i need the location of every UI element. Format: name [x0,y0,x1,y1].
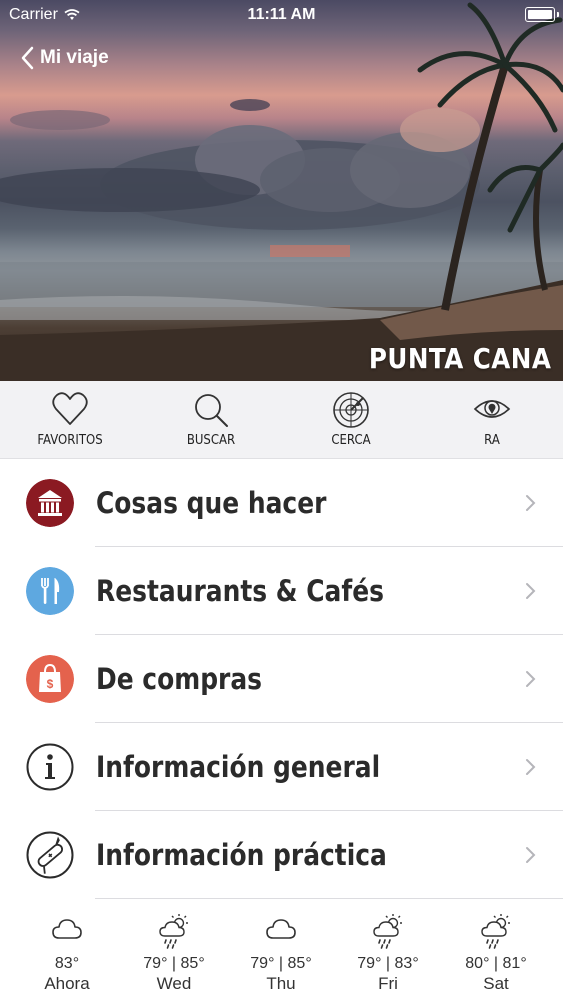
weather-forecast: 83° Ahora 79° | 85° Wed 79° | 85° Thu 79… [0,900,563,1000]
forecast-day: 79° | 85° Thu [227,900,335,1000]
sun-rain-icon [481,914,510,949]
cloud-icon [266,919,296,939]
search-button[interactable]: BUSCAR [141,381,281,458]
battery-icon [525,7,559,22]
menu-item-things-to-do[interactable]: Cosas que hacer [0,459,563,547]
menu-label-general-info: Información general [96,750,381,784]
nearby-label: CERCA [331,433,371,448]
menu-label-restaurants: Restaurants & Cafés [96,574,384,608]
chevron-left-icon [21,46,34,70]
cloud-icon [52,919,82,939]
svg-text:$: $ [47,677,54,691]
back-label: Mi viaje [40,47,109,68]
chevron-right-icon [526,495,536,511]
search-label: BUSCAR [186,433,236,448]
chevron-right-icon [526,847,536,863]
menu-item-general-info[interactable]: Información general [0,723,563,811]
radar-icon [333,392,369,428]
chevron-right-icon [526,759,536,775]
favorites-button[interactable]: FAVORITOS [0,381,140,458]
toolbar: FAVORITOS BUSCAR CERCA RA [0,381,563,459]
ar-button[interactable]: RA [422,381,562,458]
hero-image: Carrier 11:11 AM Mi viaje PUNTA CANA [0,0,563,381]
forecast-day: 83° Ahora [13,900,121,1000]
menu-item-shopping[interactable]: $ De compras [0,635,563,723]
sun-rain-icon [159,914,188,949]
fork-knife-icon [26,567,74,615]
menu-label-practical-info: Información práctica [96,838,387,872]
chevron-right-icon [526,583,536,599]
eye-location-icon [473,400,511,418]
ar-label: RA [484,433,500,448]
menu-item-restaurants[interactable]: Restaurants & Cafés [0,547,563,635]
menu-item-practical-info[interactable]: Información práctica [0,811,563,899]
sun-rain-icon [373,914,402,949]
favorites-label: FAVORITOS [37,433,103,448]
chevron-right-icon [526,671,536,687]
menu-label-things-to-do: Cosas que hacer [96,486,327,520]
forecast-day: 79° | 85° Wed [120,900,228,1000]
back-button[interactable]: Mi viaje [20,46,109,70]
heart-icon [52,392,88,425]
status-time: 11:11 AM [247,6,316,23]
swiss-knife-icon [26,831,74,879]
menu-label-shopping: De compras [96,662,263,696]
forecast-day: 80° | 81° Sat [442,900,550,1000]
forecast-day: 79° | 83° Fri [334,900,442,1000]
status-bar: Carrier 11:11 AM [0,0,563,30]
destination-title: PUNTA CANA [368,342,551,375]
nearby-button[interactable]: CERCA [281,381,421,458]
shopping-bag-icon: $ [26,655,74,703]
search-icon [195,394,228,427]
info-icon [26,743,74,791]
museum-icon [26,479,74,527]
